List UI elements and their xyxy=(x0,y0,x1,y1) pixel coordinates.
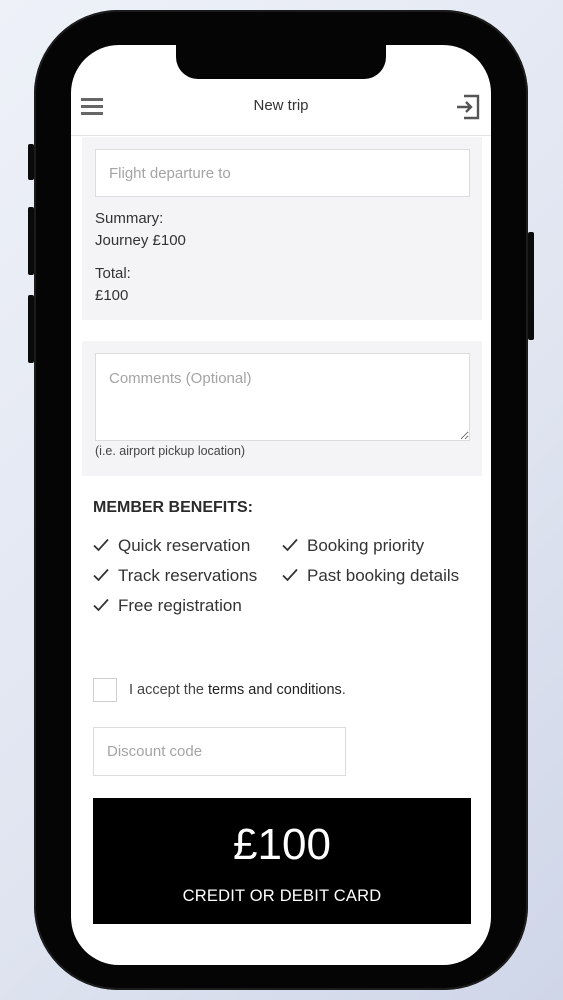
phone-frame: New trip Summary: Journey £100 Total: £1… xyxy=(28,10,534,990)
summary-value: Journey £100 xyxy=(95,232,186,249)
terms-link[interactable]: terms and conditions xyxy=(208,682,342,698)
total-label: Total: xyxy=(95,265,131,282)
terms-prefix: I accept the xyxy=(129,682,208,698)
phone-volume-down-button xyxy=(28,295,34,363)
comments-panel: (i.e. airport pickup location) xyxy=(82,341,482,476)
payment-amount: £100 xyxy=(233,820,331,869)
discount-code-input[interactable] xyxy=(93,727,346,776)
benefit-label: Free registration xyxy=(118,596,242,615)
benefit-item: Past booking details xyxy=(282,564,459,588)
terms-text: I accept the terms and conditions. xyxy=(129,682,346,698)
flight-destination-input[interactable] xyxy=(95,149,470,197)
checkmark-icon xyxy=(93,568,109,582)
checkmark-icon xyxy=(93,598,109,612)
benefit-item: Track reservations xyxy=(93,564,257,588)
app-header: New trip xyxy=(71,85,491,136)
member-benefits-title: MEMBER BENEFITS: xyxy=(93,499,253,516)
benefit-item: Booking priority xyxy=(282,534,424,558)
phone-screen: New trip Summary: Journey £100 Total: £1… xyxy=(71,45,491,965)
benefit-label: Booking priority xyxy=(307,536,425,555)
phone-notch xyxy=(176,45,386,79)
card-payment-button[interactable]: £100 CREDIT OR DEBIT CARD xyxy=(93,798,471,924)
checkmark-icon xyxy=(93,538,109,552)
terms-suffix: . xyxy=(341,682,346,698)
phone-power-button xyxy=(528,232,534,340)
phone-side-button xyxy=(28,144,34,180)
checkmark-icon xyxy=(282,568,298,582)
benefit-item: Free registration xyxy=(93,594,242,618)
summary-label: Summary: xyxy=(95,210,164,227)
comments-hint: (i.e. airport pickup location) xyxy=(95,444,246,458)
checkmark-icon xyxy=(282,538,298,552)
phone-volume-up-button xyxy=(28,207,34,275)
payment-label: CREDIT OR DEBIT CARD xyxy=(182,887,382,905)
benefit-item: Quick reservation xyxy=(93,534,250,558)
terms-checkbox[interactable] xyxy=(93,678,117,702)
terms-row: I accept the terms and conditions. xyxy=(93,678,473,704)
total-value: £100 xyxy=(95,287,129,304)
sign-out-icon[interactable] xyxy=(455,94,481,120)
comments-textarea[interactable] xyxy=(95,353,470,441)
booking-summary-panel: Summary: Journey £100 Total: £100 xyxy=(82,137,482,320)
page-title: New trip xyxy=(253,97,309,114)
benefit-label: Track reservations xyxy=(118,566,258,585)
benefit-label: Quick reservation xyxy=(118,536,251,555)
benefit-label: Past booking details xyxy=(307,566,460,585)
